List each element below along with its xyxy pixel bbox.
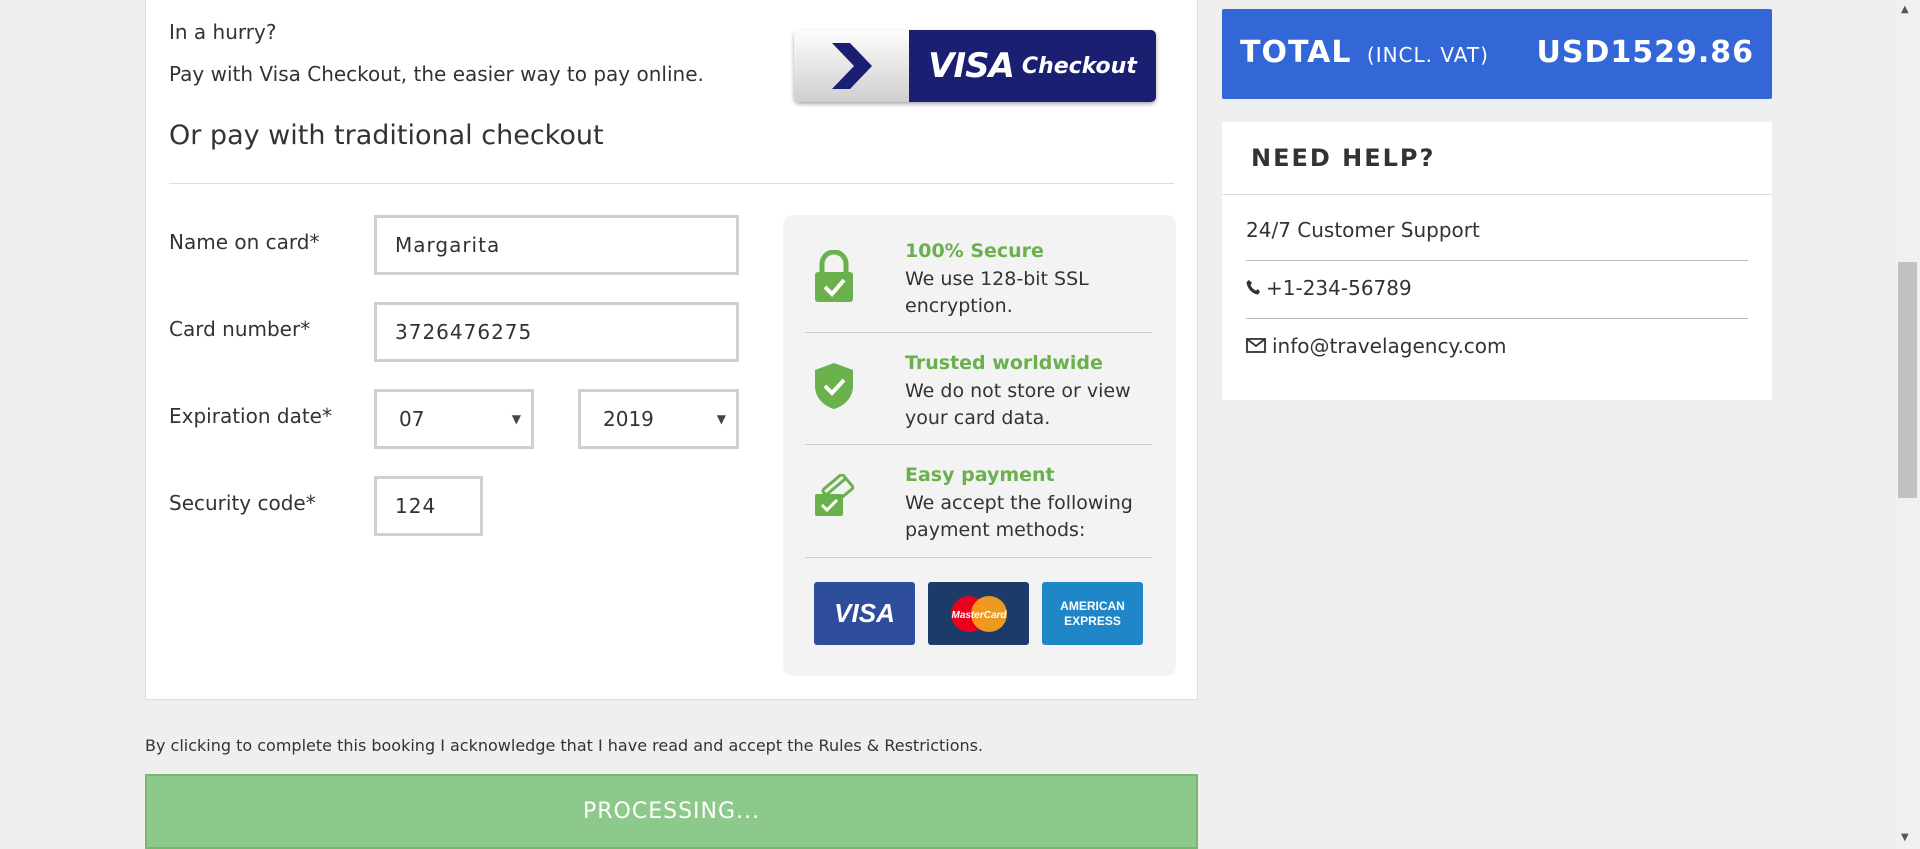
amex-card-icon: AMERICAN EXPRESS: [1042, 582, 1143, 645]
card-number-label: Card number*: [169, 317, 311, 341]
divider: [1246, 318, 1748, 319]
need-help-title: NEED HELP?: [1251, 144, 1436, 172]
expiration-year-select[interactable]: 2019 ▼: [578, 389, 739, 449]
processing-button[interactable]: PROCESSING...: [145, 774, 1198, 849]
divider: [1246, 260, 1748, 261]
easy-payment-description: We accept the following payment methods:: [905, 492, 1133, 541]
trusted-item: Trusted worldwide We do not store or vie…: [803, 352, 1163, 442]
trusted-title: Trusted worldwide: [905, 352, 1103, 374]
email-row[interactable]: info@travelagency.com: [1246, 334, 1507, 358]
svg-text:MasterCard: MasterCard: [951, 610, 1007, 621]
name-on-card-label: Name on card*: [169, 230, 320, 254]
phone-row[interactable]: +1-234-56789: [1246, 276, 1412, 300]
phone-number[interactable]: +1-234-56789: [1266, 276, 1412, 300]
visa-card-icon: VISA: [814, 582, 915, 645]
scroll-up-icon[interactable]: ▲: [1901, 4, 1909, 15]
acknowledge-text: By clicking to complete this booking I a…: [145, 736, 984, 755]
visa-checkout-description: Pay with Visa Checkout, the easier way t…: [169, 62, 704, 86]
support-text: 24/7 Customer Support: [1246, 218, 1480, 242]
total-box: TOTAL (INCL. VAT) USD1529.86: [1222, 9, 1772, 99]
divider: [1222, 194, 1772, 195]
secure-item: 100% Secure We use 128-bit SSL encryptio…: [803, 240, 1163, 330]
security-code-label: Security code*: [169, 491, 316, 515]
security-code-input[interactable]: 124: [374, 476, 483, 536]
scroll-thumb[interactable]: [1898, 262, 1917, 498]
shield-check-icon: [813, 362, 855, 414]
visa-checkout-visa-text: VISA: [928, 46, 1015, 86]
mastercard-icon: MasterCard: [928, 582, 1029, 645]
lock-icon: [813, 249, 855, 306]
trusted-description: We do not store or view your card data.: [905, 380, 1131, 429]
card-number-input[interactable]: 3726476275: [374, 302, 739, 362]
phone-icon: [1246, 276, 1260, 300]
total-label: TOTAL: [1240, 35, 1352, 70]
credit-card-check-icon: [813, 473, 857, 524]
total-amount: USD1529.86: [1536, 35, 1754, 70]
email-address[interactable]: info@travelagency.com: [1272, 334, 1507, 358]
scrollbar[interactable]: ▲ ▼: [1895, 0, 1920, 849]
divider: [805, 557, 1152, 558]
scroll-down-icon[interactable]: ▼: [1901, 832, 1909, 843]
payment-card: In a hurry? Pay with Visa Checkout, the …: [145, 0, 1198, 700]
expiration-year-value: 2019: [603, 407, 654, 431]
secure-info-panel: 100% Secure We use 128-bit SSL encryptio…: [783, 215, 1176, 676]
hurry-text: In a hurry?: [169, 20, 277, 44]
visa-checkout-button[interactable]: VISA Checkout: [794, 30, 1156, 102]
easy-payment-title: Easy payment: [905, 464, 1055, 486]
need-help-box: NEED HELP? 24/7 Customer Support +1-234-…: [1222, 122, 1772, 400]
envelope-icon: [1246, 334, 1266, 358]
visa-checkout-arrow-icon: [794, 30, 909, 102]
expiration-month-value: 07: [399, 407, 425, 431]
secure-title: 100% Secure: [905, 240, 1044, 262]
divider: [805, 444, 1152, 445]
divider: [169, 183, 1174, 184]
total-incl-vat: (INCL. VAT): [1366, 43, 1489, 67]
expiration-month-select[interactable]: 07 ▼: [374, 389, 534, 449]
visa-checkout-checkout-text: Checkout: [1021, 53, 1137, 79]
expiration-date-label: Expiration date*: [169, 404, 332, 428]
chevron-down-icon: ▼: [716, 412, 726, 426]
easy-payment-item: Easy payment We accept the following pay…: [803, 464, 1163, 554]
secure-description: We use 128-bit SSL encryption.: [905, 268, 1089, 317]
traditional-checkout-heading: Or pay with traditional checkout: [169, 120, 604, 151]
chevron-down-icon: ▼: [511, 412, 521, 426]
name-on-card-input[interactable]: Margarita: [374, 215, 739, 275]
divider: [805, 332, 1152, 333]
